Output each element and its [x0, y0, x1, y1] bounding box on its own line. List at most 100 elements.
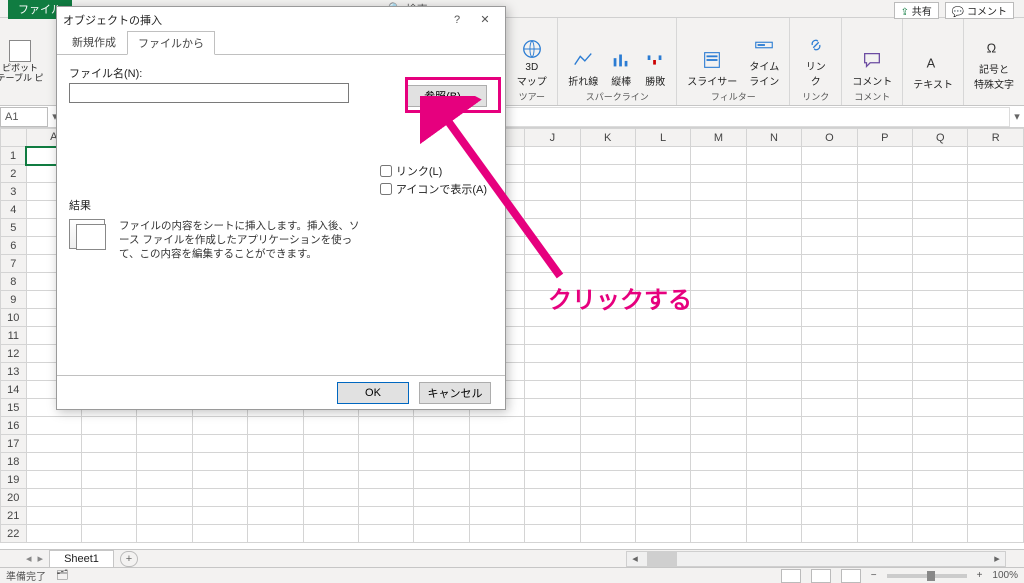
cell-C18[interactable]	[137, 453, 192, 471]
view-page-break[interactable]	[841, 569, 861, 583]
cell-K7[interactable]	[580, 255, 635, 273]
cell-F22[interactable]	[303, 525, 358, 543]
cell-Q12[interactable]	[913, 345, 968, 363]
cell-O1[interactable]	[802, 147, 857, 165]
cell-A21[interactable]	[26, 507, 81, 525]
cell-C21[interactable]	[137, 507, 192, 525]
cell-B22[interactable]	[81, 525, 136, 543]
cell-N7[interactable]	[746, 255, 801, 273]
zoom-out[interactable]: −	[871, 570, 877, 581]
cell-A19[interactable]	[26, 471, 81, 489]
cell-N14[interactable]	[746, 381, 801, 399]
cell-O3[interactable]	[802, 183, 857, 201]
cell-E19[interactable]	[248, 471, 303, 489]
row-header-2[interactable]: 2	[1, 165, 27, 183]
cell-L19[interactable]	[635, 471, 690, 489]
cell-M16[interactable]	[691, 417, 746, 435]
zoom-slider[interactable]	[887, 574, 967, 578]
text-button[interactable]: Aテキスト	[913, 52, 953, 91]
cell-P11[interactable]	[857, 327, 912, 345]
cell-Q6[interactable]	[913, 237, 968, 255]
cell-H19[interactable]	[414, 471, 469, 489]
cell-G19[interactable]	[359, 471, 414, 489]
row-header-18[interactable]: 18	[1, 453, 27, 471]
cell-Q10[interactable]	[913, 309, 968, 327]
cell-P15[interactable]	[857, 399, 912, 417]
cell-H21[interactable]	[414, 507, 469, 525]
cell-N9[interactable]	[746, 291, 801, 309]
cell-K5[interactable]	[580, 219, 635, 237]
sheet-nav-next[interactable]: ▸	[38, 552, 44, 565]
cell-R10[interactable]	[968, 309, 1024, 327]
cell-Q5[interactable]	[913, 219, 968, 237]
row-header-19[interactable]: 19	[1, 471, 27, 489]
cell-N16[interactable]	[746, 417, 801, 435]
cell-R21[interactable]	[968, 507, 1024, 525]
cell-O10[interactable]	[802, 309, 857, 327]
cell-L22[interactable]	[635, 525, 690, 543]
cell-A22[interactable]	[26, 525, 81, 543]
cell-D22[interactable]	[192, 525, 247, 543]
cell-Q19[interactable]	[913, 471, 968, 489]
cell-L20[interactable]	[635, 489, 690, 507]
cell-G17[interactable]	[359, 435, 414, 453]
cell-P20[interactable]	[857, 489, 912, 507]
cell-N20[interactable]	[746, 489, 801, 507]
cell-I18[interactable]	[469, 453, 524, 471]
cell-P10[interactable]	[857, 309, 912, 327]
cell-M5[interactable]	[691, 219, 746, 237]
cell-B20[interactable]	[81, 489, 136, 507]
row-header-10[interactable]: 10	[1, 309, 27, 327]
name-box[interactable]: A1	[0, 107, 48, 127]
cell-O12[interactable]	[802, 345, 857, 363]
cell-M18[interactable]	[691, 453, 746, 471]
cell-F19[interactable]	[303, 471, 358, 489]
cell-K6[interactable]	[580, 237, 635, 255]
cell-K21[interactable]	[580, 507, 635, 525]
cell-K3[interactable]	[580, 183, 635, 201]
cell-O19[interactable]	[802, 471, 857, 489]
cell-E16[interactable]	[248, 417, 303, 435]
cell-O17[interactable]	[802, 435, 857, 453]
formula-bar-expand[interactable]: ▾	[1010, 110, 1024, 123]
cell-N5[interactable]	[746, 219, 801, 237]
cell-B17[interactable]	[81, 435, 136, 453]
cell-R16[interactable]	[968, 417, 1024, 435]
cell-J15[interactable]	[525, 399, 580, 417]
ribbon-pivot[interactable]: ピボット テーブル ピ	[0, 18, 40, 105]
cell-O15[interactable]	[802, 399, 857, 417]
row-header-7[interactable]: 7	[1, 255, 27, 273]
cell-N10[interactable]	[746, 309, 801, 327]
cell-P21[interactable]	[857, 507, 912, 525]
cell-P22[interactable]	[857, 525, 912, 543]
cell-P19[interactable]	[857, 471, 912, 489]
cell-R8[interactable]	[968, 273, 1024, 291]
col-header-J[interactable]: J	[525, 129, 580, 147]
cell-B16[interactable]	[81, 417, 136, 435]
cell-Q22[interactable]	[913, 525, 968, 543]
cell-P4[interactable]	[857, 201, 912, 219]
cell-P17[interactable]	[857, 435, 912, 453]
cell-D18[interactable]	[192, 453, 247, 471]
cell-M11[interactable]	[691, 327, 746, 345]
cell-L1[interactable]	[635, 147, 690, 165]
cell-I19[interactable]	[469, 471, 524, 489]
cell-K2[interactable]	[580, 165, 635, 183]
cell-C19[interactable]	[137, 471, 192, 489]
cell-O13[interactable]	[802, 363, 857, 381]
row-header-16[interactable]: 16	[1, 417, 27, 435]
cell-J21[interactable]	[525, 507, 580, 525]
cell-E17[interactable]	[248, 435, 303, 453]
cell-J14[interactable]	[525, 381, 580, 399]
cell-O4[interactable]	[802, 201, 857, 219]
ok-button[interactable]: OK	[337, 382, 409, 404]
row-header-4[interactable]: 4	[1, 201, 27, 219]
cell-O6[interactable]	[802, 237, 857, 255]
dialog-close-button[interactable]: ✕	[471, 10, 499, 30]
sheet-nav-prev[interactable]: ◂	[26, 552, 32, 565]
cell-B21[interactable]	[81, 507, 136, 525]
cell-M10[interactable]	[691, 309, 746, 327]
cell-M4[interactable]	[691, 201, 746, 219]
cell-D19[interactable]	[192, 471, 247, 489]
row-header-6[interactable]: 6	[1, 237, 27, 255]
